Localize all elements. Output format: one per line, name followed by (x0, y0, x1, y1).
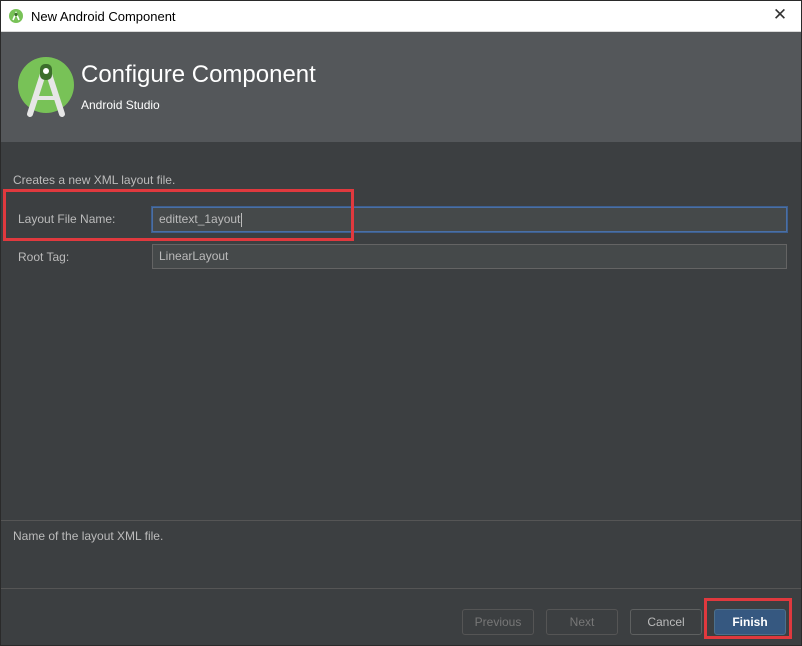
button-bar-separator (1, 588, 801, 589)
page-subtitle: Android Studio (81, 98, 160, 112)
previous-button[interactable]: Previous (462, 609, 534, 635)
android-studio-app-icon (9, 9, 23, 23)
android-studio-logo-icon (18, 57, 74, 117)
title-bar: New Android Component ✕ (1, 1, 801, 32)
dialog-window: New Android Component ✕ Configure Compon… (0, 0, 802, 646)
help-separator (1, 520, 801, 521)
root-tag-label: Root Tag: (18, 250, 70, 264)
window-title: New Android Component (31, 9, 176, 24)
component-description: Creates a new XML layout file. (13, 173, 176, 187)
next-button[interactable]: Next (546, 609, 618, 635)
root-tag-input[interactable]: LinearLayout (152, 244, 787, 269)
cancel-button[interactable]: Cancel (630, 609, 702, 635)
close-icon[interactable]: ✕ (771, 6, 789, 24)
layout-file-name-label: Layout File Name: (18, 212, 116, 226)
page-title: Configure Component (81, 61, 316, 88)
text-caret (241, 212, 243, 227)
header-banner: Configure Component Android Studio (1, 32, 801, 142)
layout-file-name-value: edittext_1ayout (159, 212, 241, 226)
help-text: Name of the layout XML file. (13, 529, 164, 543)
layout-file-name-input[interactable]: edittext_1ayout (152, 207, 787, 232)
root-tag-value: LinearLayout (159, 249, 229, 263)
finish-button[interactable]: Finish (714, 609, 786, 635)
